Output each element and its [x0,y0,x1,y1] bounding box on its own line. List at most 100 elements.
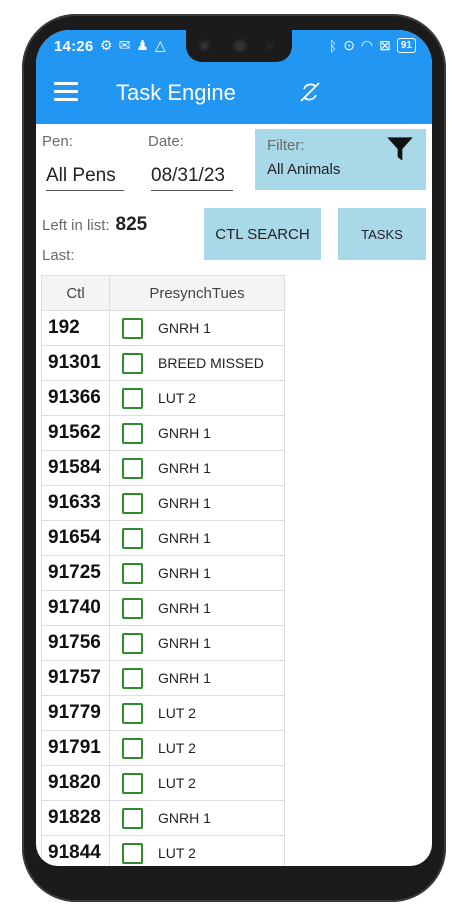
checkbox-unchecked-icon[interactable] [122,702,143,724]
table-row[interactable]: 91562 GNRH 1 [41,416,285,451]
table-row[interactable]: 91725 GNRH 1 [41,556,285,591]
checkbox-unchecked-icon[interactable] [122,387,143,409]
status-icons-right: ᛒ ⊙ ◠ ⊠ 91 [329,37,416,54]
table-row[interactable]: 91828 GNRH 1 [41,801,285,836]
status-icons-left: ⚙ ✉ ♟ △ [100,37,166,54]
bluetooth-icon: ᛒ [328,37,338,54]
checkbox-unchecked-icon[interactable] [122,632,143,654]
filter-value: All Animals [267,161,341,178]
table-header: Ctl PresynchTues [41,275,285,311]
task-name: LUT 2 [158,705,196,721]
ctl-number: 91366 [41,381,110,416]
ctl-number: 91757 [41,661,110,696]
table-row[interactable]: 91740 GNRH 1 [41,591,285,626]
checkbox-unchecked-icon[interactable] [122,842,143,864]
camera-icon [232,38,248,54]
ctl-number: 91844 [41,836,110,866]
warning-icon: △ [154,37,166,53]
checkbox-unchecked-icon[interactable] [122,562,143,584]
task-name: LUT 2 [158,775,196,791]
checkbox-unchecked-icon[interactable] [122,492,143,514]
ctl-number: 91301 [41,346,110,381]
checkbox-unchecked-icon[interactable] [122,597,143,619]
checkbox-unchecked-icon[interactable] [122,317,143,339]
task-cell: GNRH 1 [110,801,285,836]
checkbox-unchecked-icon[interactable] [122,457,143,479]
hamburger-menu-icon[interactable] [54,82,78,104]
ctl-number: 192 [41,311,110,346]
task-name: GNRH 1 [158,425,211,441]
sensor-icon [266,42,274,50]
task-name: LUT 2 [158,390,196,406]
date-label: Date: [148,133,184,150]
left-in-list-label: Left in list: [42,217,110,234]
ctl-number: 91725 [41,556,110,591]
task-cell: GNRH 1 [110,486,285,521]
left-in-list: Left in list: 825 [42,214,147,236]
table-row[interactable]: 91756 GNRH 1 [41,626,285,661]
filter-selector[interactable]: Filter: All Animals [255,129,426,190]
funnel-icon[interactable] [386,135,414,163]
location-icon: ⊙ [343,37,355,53]
task-cell: LUT 2 [110,766,285,801]
task-name: GNRH 1 [158,460,211,476]
sync-disabled-icon[interactable] [298,80,322,104]
table-row[interactable]: 91779 LUT 2 [41,696,285,731]
task-cell: GNRH 1 [110,626,285,661]
checkbox-unchecked-icon[interactable] [122,352,143,374]
task-name: LUT 2 [158,740,196,756]
task-name: GNRH 1 [158,530,211,546]
ctl-number: 91791 [41,731,110,766]
task-name: BREED MISSED [158,355,264,371]
task-cell: GNRH 1 [110,521,285,556]
column-header-ctl[interactable]: Ctl [41,275,110,311]
task-name: LUT 2 [158,845,196,861]
ctl-search-button[interactable]: CTL SEARCH [204,208,321,260]
task-name: GNRH 1 [158,600,211,616]
person-icon: ♟ [136,37,149,53]
task-name: GNRH 1 [158,495,211,511]
animal-task-table: Ctl PresynchTues 192 GNRH 1 91301 BREED MIS… [41,275,285,866]
ctl-number: 91633 [41,486,110,521]
task-cell: GNRH 1 [110,451,285,486]
table-row[interactable]: 192 GNRH 1 [41,311,285,346]
table-row[interactable]: 91301 BREED MISSED [41,346,285,381]
gear-icon: ⚙ [100,37,113,53]
filter-label: Filter: [267,137,305,154]
checkbox-unchecked-icon[interactable] [122,737,143,759]
table-row[interactable]: 91366 LUT 2 [41,381,285,416]
checkbox-unchecked-icon[interactable] [122,807,143,829]
task-cell: LUT 2 [110,381,285,416]
table-row[interactable]: 91654 GNRH 1 [41,521,285,556]
table-row[interactable]: 91844 LUT 2 [41,836,285,866]
last-label: Last: [42,247,75,264]
task-cell: GNRH 1 [110,591,285,626]
camera-icon [198,39,211,52]
camera-notch [186,30,292,62]
ctl-number: 91820 [41,766,110,801]
date-field[interactable]: 08/31/23 [151,165,233,191]
task-cell: GNRH 1 [110,661,285,696]
column-header-task[interactable]: PresynchTues [110,275,285,311]
bottom-bezel [36,866,432,870]
status-bar: 14:26 ⚙ ✉ ♟ △ ᛒ ⊙ ◠ ⊠ 91 [36,30,432,64]
task-cell: LUT 2 [110,696,285,731]
task-cell: LUT 2 [110,731,285,766]
task-cell: GNRH 1 [110,416,285,451]
table-row[interactable]: 91820 LUT 2 [41,766,285,801]
table-row[interactable]: 91584 GNRH 1 [41,451,285,486]
battery-icon: 91 [396,38,416,53]
pen-dropdown[interactable]: All Pens [46,165,124,191]
checkbox-unchecked-icon[interactable] [122,667,143,689]
checkbox-unchecked-icon[interactable] [122,527,143,549]
table-row[interactable]: 91791 LUT 2 [41,731,285,766]
table-row[interactable]: 91757 GNRH 1 [41,661,285,696]
checkbox-unchecked-icon[interactable] [122,772,143,794]
status-time: 14:26 [54,38,94,55]
checkbox-unchecked-icon[interactable] [122,422,143,444]
task-name: GNRH 1 [158,635,211,651]
sim-icon: ⊠ [379,37,391,53]
task-name: GNRH 1 [158,320,211,336]
table-row[interactable]: 91633 GNRH 1 [41,486,285,521]
tasks-button[interactable]: TASKS [338,208,426,260]
